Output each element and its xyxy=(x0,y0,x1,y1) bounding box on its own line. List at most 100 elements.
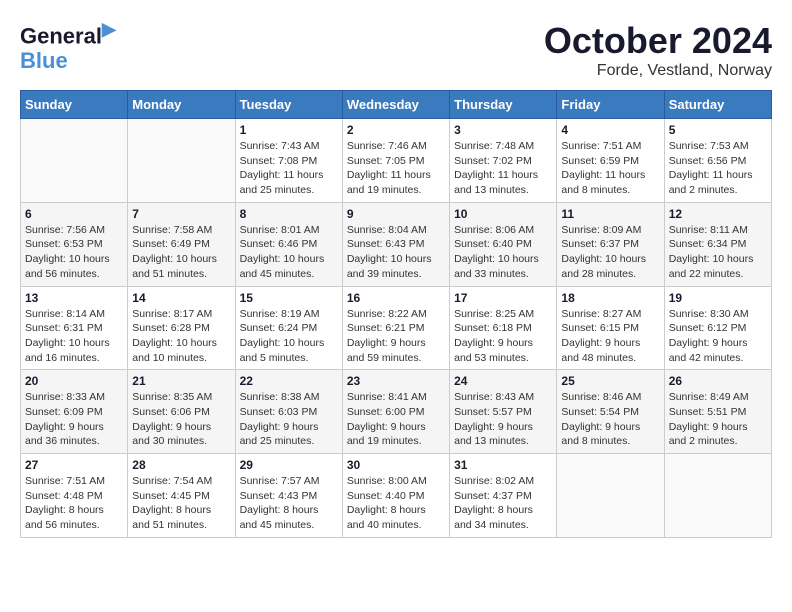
day-content: Sunrise: 8:35 AMSunset: 6:06 PMDaylight:… xyxy=(132,390,230,449)
calendar-cell: 8 Sunrise: 8:01 AMSunset: 6:46 PMDaylight… xyxy=(235,202,342,286)
day-content: Sunrise: 8:30 AMSunset: 6:12 PMDaylight:… xyxy=(669,307,767,366)
calendar-cell: 7 Sunrise: 7:58 AMSunset: 6:49 PMDaylight… xyxy=(128,202,235,286)
day-number: 11 xyxy=(561,207,659,221)
calendar-cell: 26 Sunrise: 8:49 AMSunset: 5:51 PMDayligh… xyxy=(664,370,771,454)
calendar-cell: 10 Sunrise: 8:06 AMSunset: 6:40 PMDayligh… xyxy=(450,202,557,286)
day-content: Sunrise: 7:56 AMSunset: 6:53 PMDaylight:… xyxy=(25,223,123,282)
calendar-week-row: 20 Sunrise: 8:33 AMSunset: 6:09 PMDayligh… xyxy=(21,370,772,454)
weekday-header: Sunday xyxy=(21,91,128,119)
calendar-cell: 22 Sunrise: 8:38 AMSunset: 6:03 PMDayligh… xyxy=(235,370,342,454)
calendar-cell: 18 Sunrise: 8:27 AMSunset: 6:15 PMDayligh… xyxy=(557,286,664,370)
calendar-cell: 24 Sunrise: 8:43 AMSunset: 5:57 PMDayligh… xyxy=(450,370,557,454)
weekday-header: Thursday xyxy=(450,91,557,119)
day-number: 6 xyxy=(25,207,123,221)
calendar-cell: 19 Sunrise: 8:30 AMSunset: 6:12 PMDayligh… xyxy=(664,286,771,370)
calendar-cell: 3 Sunrise: 7:48 AMSunset: 7:02 PMDaylight… xyxy=(450,119,557,203)
day-number: 12 xyxy=(669,207,767,221)
logo-triangle: ▶ xyxy=(102,19,116,39)
day-number: 4 xyxy=(561,123,659,137)
calendar-cell: 9 Sunrise: 8:04 AMSunset: 6:43 PMDaylight… xyxy=(342,202,449,286)
day-content: Sunrise: 7:51 AMSunset: 4:48 PMDaylight:… xyxy=(25,474,123,533)
calendar-cell: 16Sunrise: 8:22 AMSunset: 6:21 PMDayligh… xyxy=(342,286,449,370)
day-content: Sunrise: 8:01 AMSunset: 6:46 PMDaylight:… xyxy=(240,223,338,282)
day-number: 2 xyxy=(347,123,445,137)
weekday-header: Tuesday xyxy=(235,91,342,119)
day-content: Sunrise: 7:57 AMSunset: 4:43 PMDaylight:… xyxy=(240,474,338,533)
day-content: Sunrise: 7:51 AMSunset: 6:59 PMDaylight:… xyxy=(561,139,659,198)
day-number: 20 xyxy=(25,374,123,388)
weekday-header: Wednesday xyxy=(342,91,449,119)
calendar-cell xyxy=(21,119,128,203)
day-content: Sunrise: 8:22 AMSunset: 6:21 PMDaylight:… xyxy=(347,307,445,366)
calendar-week-row: 13 Sunrise: 8:14 AMSunset: 6:31 PMDayligh… xyxy=(21,286,772,370)
day-content: Sunrise: 7:53 AMSunset: 6:56 PMDaylight:… xyxy=(669,139,767,198)
day-content: Sunrise: 8:27 AMSunset: 6:15 PMDaylight:… xyxy=(561,307,659,366)
day-number: 3 xyxy=(454,123,552,137)
day-number: 13 xyxy=(25,291,123,305)
day-content: Sunrise: 7:48 AMSunset: 7:02 PMDaylight:… xyxy=(454,139,552,198)
calendar-cell xyxy=(557,454,664,538)
calendar-cell: 23 Sunrise: 8:41 AMSunset: 6:00 PMDayligh… xyxy=(342,370,449,454)
day-content: Sunrise: 8:06 AMSunset: 6:40 PMDaylight:… xyxy=(454,223,552,282)
day-content: Sunrise: 8:00 AMSunset: 4:40 PMDaylight:… xyxy=(347,474,445,533)
calendar-week-row: 27 Sunrise: 7:51 AMSunset: 4:48 PMDayligh… xyxy=(21,454,772,538)
calendar-cell: 21 Sunrise: 8:35 AMSunset: 6:06 PMDayligh… xyxy=(128,370,235,454)
day-number: 30 xyxy=(347,458,445,472)
day-content: Sunrise: 8:33 AMSunset: 6:09 PMDaylight:… xyxy=(25,390,123,449)
day-number: 1 xyxy=(240,123,338,137)
day-content: Sunrise: 8:49 AMSunset: 5:51 PMDaylight:… xyxy=(669,390,767,449)
calendar-cell: 30 Sunrise: 8:00 AMSunset: 4:40 PMDayligh… xyxy=(342,454,449,538)
day-number: 25 xyxy=(561,374,659,388)
calendar-cell xyxy=(664,454,771,538)
day-content: Sunrise: 8:25 AMSunset: 6:18 PMDaylight:… xyxy=(454,307,552,366)
calendar-cell: 2 Sunrise: 7:46 AMSunset: 7:05 PMDaylight… xyxy=(342,119,449,203)
day-content: Sunrise: 8:43 AMSunset: 5:57 PMDaylight:… xyxy=(454,390,552,449)
calendar-cell: 13 Sunrise: 8:14 AMSunset: 6:31 PMDayligh… xyxy=(21,286,128,370)
day-content: Sunrise: 7:58 AMSunset: 6:49 PMDaylight:… xyxy=(132,223,230,282)
day-number: 9 xyxy=(347,207,445,221)
calendar-cell: 29 Sunrise: 7:57 AMSunset: 4:43 PMDayligh… xyxy=(235,454,342,538)
day-content: Sunrise: 8:02 AMSunset: 4:37 PMDaylight:… xyxy=(454,474,552,533)
day-number: 7 xyxy=(132,207,230,221)
calendar-cell: 6 Sunrise: 7:56 AMSunset: 6:53 PMDaylight… xyxy=(21,202,128,286)
day-number: 14 xyxy=(132,291,230,305)
day-number: 23 xyxy=(347,374,445,388)
calendar-cell: 28Sunrise: 7:54 AMSunset: 4:45 PMDayligh… xyxy=(128,454,235,538)
page-title: October 2024 xyxy=(544,20,772,62)
calendar-cell: 17 Sunrise: 8:25 AMSunset: 6:18 PMDayligh… xyxy=(450,286,557,370)
day-content: Sunrise: 8:14 AMSunset: 6:31 PMDaylight:… xyxy=(25,307,123,366)
day-number: 10 xyxy=(454,207,552,221)
logo-blue: Blue xyxy=(20,49,116,73)
day-number: 24 xyxy=(454,374,552,388)
weekday-header: Saturday xyxy=(664,91,771,119)
day-content: Sunrise: 8:38 AMSunset: 6:03 PMDaylight:… xyxy=(240,390,338,449)
day-number: 27 xyxy=(25,458,123,472)
day-number: 18 xyxy=(561,291,659,305)
calendar-cell: 27 Sunrise: 7:51 AMSunset: 4:48 PMDayligh… xyxy=(21,454,128,538)
day-content: Sunrise: 8:46 AMSunset: 5:54 PMDaylight:… xyxy=(561,390,659,449)
calendar-cell: 5Sunrise: 7:53 AMSunset: 6:56 PMDaylight… xyxy=(664,119,771,203)
calendar-cell: 15Sunrise: 8:19 AMSunset: 6:24 PMDayligh… xyxy=(235,286,342,370)
day-number: 8 xyxy=(240,207,338,221)
day-number: 31 xyxy=(454,458,552,472)
day-content: Sunrise: 8:17 AMSunset: 6:28 PMDaylight:… xyxy=(132,307,230,366)
day-number: 29 xyxy=(240,458,338,472)
day-content: Sunrise: 8:41 AMSunset: 6:00 PMDaylight:… xyxy=(347,390,445,449)
day-number: 22 xyxy=(240,374,338,388)
calendar-week-row: 1 Sunrise: 7:43 AMSunset: 7:08 PMDaylight… xyxy=(21,119,772,203)
calendar-table: SundayMondayTuesdayWednesdayThursdayFrid… xyxy=(20,90,772,538)
calendar-cell: 14 Sunrise: 8:17 AMSunset: 6:28 PMDayligh… xyxy=(128,286,235,370)
day-content: Sunrise: 7:43 AMSunset: 7:08 PMDaylight:… xyxy=(240,139,338,198)
calendar-cell: 4 Sunrise: 7:51 AMSunset: 6:59 PMDaylight… xyxy=(557,119,664,203)
calendar-cell: 25 Sunrise: 8:46 AMSunset: 5:54 PMDayligh… xyxy=(557,370,664,454)
day-number: 21 xyxy=(132,374,230,388)
logo-general: General xyxy=(20,23,102,48)
calendar-cell xyxy=(128,119,235,203)
day-content: Sunrise: 7:46 AMSunset: 7:05 PMDaylight:… xyxy=(347,139,445,198)
day-number: 17 xyxy=(454,291,552,305)
weekday-header: Monday xyxy=(128,91,235,119)
calendar-cell: 11Sunrise: 8:09 AMSunset: 6:37 PMDayligh… xyxy=(557,202,664,286)
day-number: 19 xyxy=(669,291,767,305)
day-content: Sunrise: 8:04 AMSunset: 6:43 PMDaylight:… xyxy=(347,223,445,282)
day-number: 26 xyxy=(669,374,767,388)
